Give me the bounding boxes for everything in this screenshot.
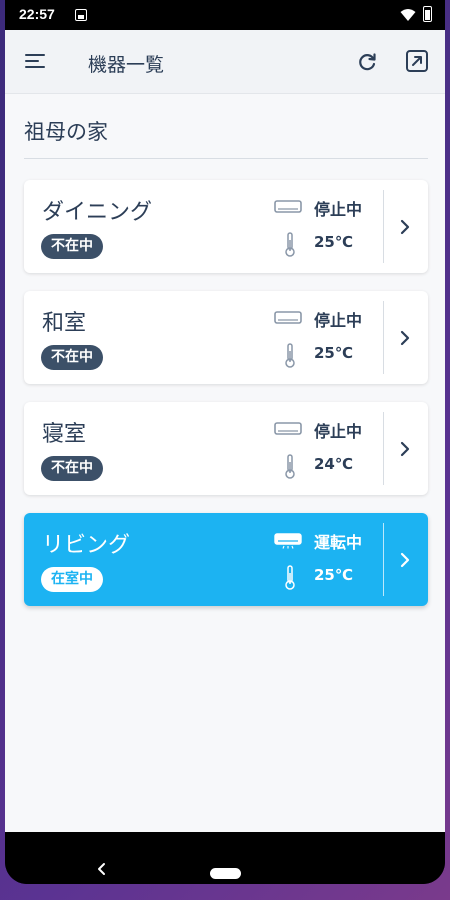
menu-icon[interactable] bbox=[25, 52, 47, 70]
device-card-living[interactable]: リビング 在室中 運転中 25℃ bbox=[24, 513, 428, 606]
thermometer-icon bbox=[285, 343, 295, 368]
device-name: 寝室 bbox=[42, 422, 87, 447]
device-card-washitsu[interactable]: 和室 不在中 停止中 25℃ bbox=[24, 291, 428, 384]
card-separator bbox=[383, 301, 384, 374]
device-card-dining[interactable]: ダイニング 不在中 停止中 25℃ bbox=[24, 180, 428, 273]
status-time: 22:57 bbox=[19, 6, 55, 22]
presence-badge: 不在中 bbox=[41, 234, 103, 259]
device-card-bedroom[interactable]: 寝室 不在中 停止中 24℃ bbox=[24, 402, 428, 495]
thermometer-icon bbox=[285, 232, 295, 257]
refresh-icon[interactable] bbox=[355, 50, 379, 74]
device-name: 和室 bbox=[42, 311, 87, 336]
device-name: ダイニング bbox=[42, 200, 153, 225]
presence-badge: 在室中 bbox=[41, 567, 103, 592]
air-conditioner-icon bbox=[274, 533, 302, 549]
air-conditioner-icon bbox=[274, 311, 302, 324]
system-nav-bar bbox=[5, 832, 445, 884]
operation-status: 停止中 bbox=[314, 311, 363, 330]
card-separator bbox=[383, 523, 384, 596]
temperature-value: 25℃ bbox=[314, 344, 354, 362]
app-bar: 機器一覧 bbox=[5, 30, 445, 94]
presence-badge: 不在中 bbox=[41, 456, 103, 481]
chevron-right-icon[interactable] bbox=[399, 329, 411, 347]
app-screen: 機器一覧 祖母の家 ダイニング 不在中 停止中 25℃ 和室 不在中 停止中 2… bbox=[5, 30, 445, 832]
status-bar: 22:57 bbox=[5, 0, 445, 30]
back-icon[interactable] bbox=[95, 862, 109, 876]
exit-icon[interactable] bbox=[405, 49, 429, 73]
air-conditioner-icon bbox=[274, 422, 302, 435]
thermometer-icon bbox=[285, 565, 295, 590]
temperature-value: 25℃ bbox=[314, 566, 354, 584]
device-name: リビング bbox=[42, 533, 131, 558]
battery-icon bbox=[423, 6, 432, 22]
operation-status: 運転中 bbox=[314, 533, 363, 552]
presence-badge: 不在中 bbox=[41, 345, 103, 370]
chevron-right-icon[interactable] bbox=[399, 218, 411, 236]
home-pill[interactable] bbox=[210, 868, 241, 879]
operation-status: 停止中 bbox=[314, 200, 363, 219]
operation-status: 停止中 bbox=[314, 422, 363, 441]
card-separator bbox=[383, 190, 384, 263]
divider bbox=[24, 158, 428, 159]
page-title: 機器一覧 bbox=[88, 54, 165, 76]
temperature-value: 24℃ bbox=[314, 455, 354, 473]
location-title: 祖母の家 bbox=[24, 120, 108, 144]
chevron-right-icon[interactable] bbox=[399, 440, 411, 458]
wifi-icon bbox=[400, 9, 416, 21]
card-separator bbox=[383, 412, 384, 485]
temperature-value: 25℃ bbox=[314, 233, 354, 251]
thermometer-icon bbox=[285, 454, 295, 479]
air-conditioner-icon bbox=[274, 200, 302, 213]
image-notification-icon bbox=[75, 9, 87, 21]
chevron-right-icon[interactable] bbox=[399, 551, 411, 569]
phone-frame: 22:57 機器一覧 祖母の家 ダイニング 不在中 停止中 25℃ 和室 不在中… bbox=[5, 0, 445, 884]
